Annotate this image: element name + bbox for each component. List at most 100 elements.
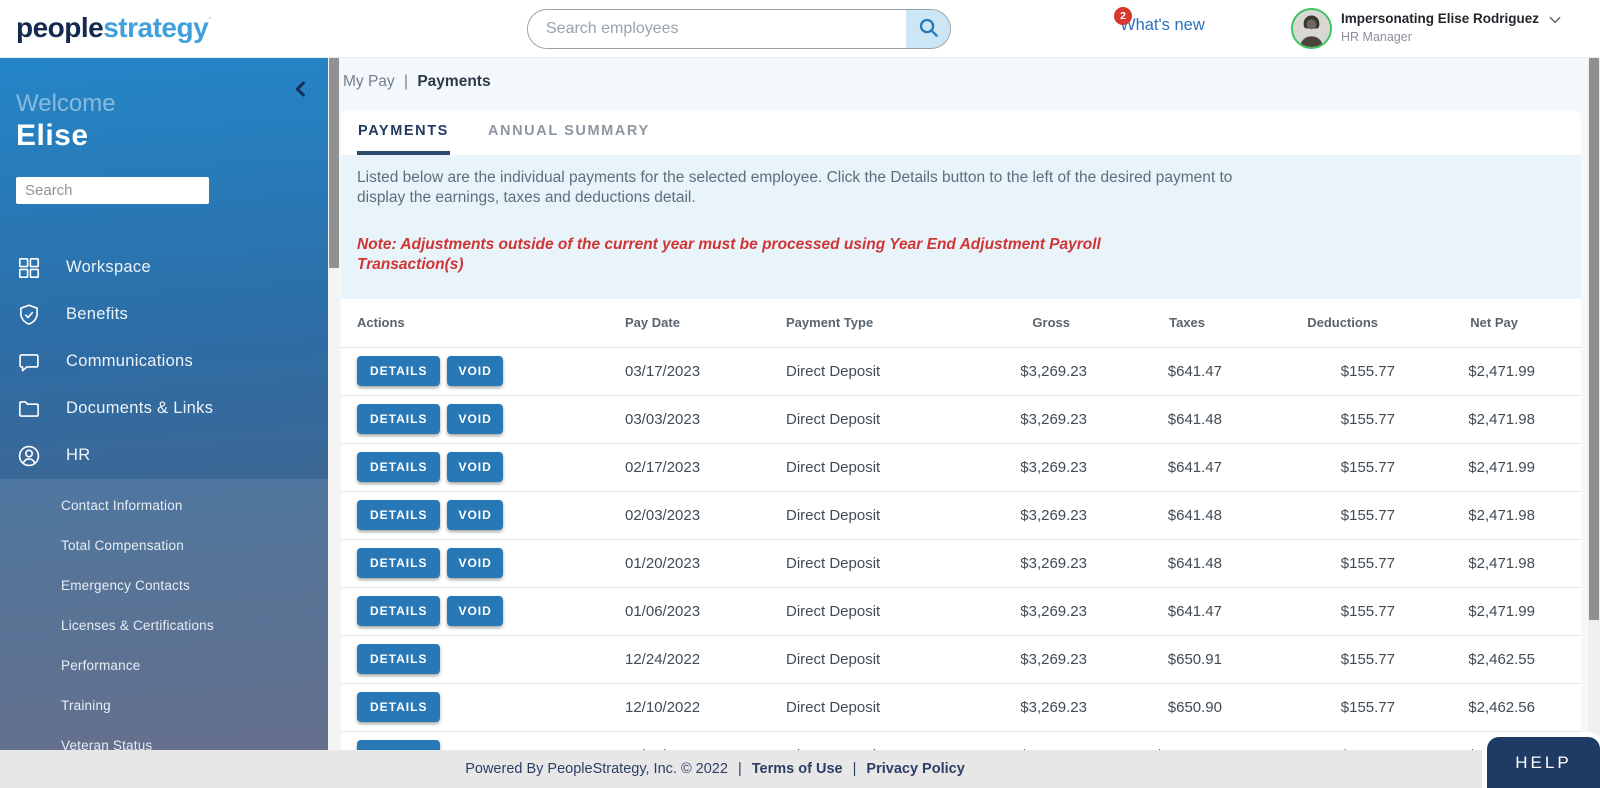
sidebar-item-workspace[interactable]: Workspace bbox=[0, 244, 328, 291]
deductions-cell: $155.77 bbox=[1243, 683, 1416, 731]
void-button[interactable]: VOID bbox=[447, 356, 502, 386]
details-button[interactable]: DETAILS bbox=[357, 452, 440, 482]
pay-date-cell: 03/17/2023 bbox=[625, 347, 721, 395]
employee-search-input[interactable] bbox=[528, 10, 906, 48]
column-header-gross: Gross bbox=[911, 299, 1108, 347]
breadcrumb: My Pay | Payments bbox=[340, 58, 1588, 91]
sidebar-item-documents-links[interactable]: Documents & Links bbox=[0, 385, 328, 432]
help-button[interactable]: HELP bbox=[1487, 737, 1600, 788]
employee-search-button[interactable] bbox=[906, 10, 950, 48]
details-button[interactable]: DETAILS bbox=[357, 500, 440, 530]
tab-bar: PAYMENTS ANNUAL SUMMARY bbox=[341, 110, 1581, 155]
void-button[interactable]: VOID bbox=[447, 452, 502, 482]
page-title: Payments bbox=[417, 73, 490, 90]
details-button[interactable]: DETAILS bbox=[357, 404, 440, 434]
whats-new-link[interactable]: What's new bbox=[1120, 16, 1205, 35]
sidebar-subitem-total-compensation[interactable]: Total Compensation bbox=[0, 526, 328, 566]
actions-cell: DETAILS bbox=[341, 635, 625, 683]
taxes-cell: $641.47 bbox=[1108, 347, 1243, 395]
search-icon bbox=[917, 16, 940, 42]
sidebar-subnav-hr: Contact InformationTotal CompensationEme… bbox=[0, 479, 328, 788]
breadcrumb-divider: | bbox=[404, 73, 408, 90]
payments-panel: PAYMENTS ANNUAL SUMMARY Listed below are … bbox=[341, 110, 1581, 788]
deductions-cell: $155.77 bbox=[1243, 587, 1416, 635]
taxes-cell: $641.47 bbox=[1108, 443, 1243, 491]
void-button[interactable]: VOID bbox=[447, 404, 502, 434]
sidebar-scrollbar-thumb[interactable] bbox=[329, 58, 339, 268]
taxes-cell: $641.48 bbox=[1108, 491, 1243, 539]
tab-payments[interactable]: PAYMENTS bbox=[357, 110, 450, 155]
user-menu[interactable]: Impersonating Elise Rodriguez HR Manager bbox=[1291, 8, 1563, 49]
taxes-cell: $641.48 bbox=[1108, 539, 1243, 587]
column-header-payment-type: Payment Type bbox=[721, 299, 911, 347]
gross-cell: $3,269.23 bbox=[911, 443, 1108, 491]
column-header-deductions: Deductions bbox=[1243, 299, 1416, 347]
footer: Powered By PeopleStrategy, Inc. © 2022 |… bbox=[0, 750, 1600, 788]
taxes-cell: $650.91 bbox=[1108, 635, 1243, 683]
payment-type-cell: Direct Deposit bbox=[721, 587, 911, 635]
void-button[interactable]: VOID bbox=[447, 548, 502, 578]
details-button[interactable]: DETAILS bbox=[357, 644, 440, 674]
logo-trademark: · bbox=[208, 12, 211, 24]
info-banner: Listed below are the individual payments… bbox=[341, 155, 1581, 299]
sidebar: Welcome Elise WorkspaceBenefitsCommunica… bbox=[0, 58, 328, 788]
grid-icon bbox=[16, 255, 42, 281]
sidebar-subitem-emergency-contacts[interactable]: Emergency Contacts bbox=[0, 566, 328, 606]
chevron-down-icon[interactable] bbox=[1547, 12, 1563, 28]
sidebar-subitem-performance[interactable]: Performance bbox=[0, 646, 328, 686]
void-button[interactable]: VOID bbox=[447, 500, 502, 530]
footer-divider-1: | bbox=[738, 761, 742, 777]
net-pay-cell: $2,462.55 bbox=[1416, 635, 1581, 683]
sidebar-nav: WorkspaceBenefits Communications Documents… bbox=[0, 244, 328, 479]
sidebar-scrollbar[interactable] bbox=[328, 58, 340, 788]
chevron-left-icon bbox=[290, 88, 312, 103]
pay-date-cell: 12/24/2022 bbox=[625, 635, 721, 683]
details-button[interactable]: DETAILS bbox=[357, 692, 440, 722]
sidebar-item-communications[interactable]: Communications bbox=[0, 338, 328, 385]
privacy-policy-link[interactable]: Privacy Policy bbox=[866, 761, 964, 777]
table-row: DETAILSVOID01/06/2023Direct Deposit$3,26… bbox=[341, 587, 1581, 635]
tab-annual-summary[interactable]: ANNUAL SUMMARY bbox=[487, 110, 651, 155]
pay-date-cell: 01/06/2023 bbox=[625, 587, 721, 635]
footer-powered-by: Powered By PeopleStrategy, Inc. © 2022 bbox=[465, 761, 728, 777]
table-row: DETAILS12/10/2022Direct Deposit$3,269.23… bbox=[341, 683, 1581, 731]
sidebar-item-hr[interactable]: HR bbox=[0, 432, 328, 479]
sidebar-item-label: Communications bbox=[66, 352, 193, 371]
terms-of-use-link[interactable]: Terms of Use bbox=[752, 761, 843, 777]
whats-new-badge: 2 bbox=[1114, 7, 1132, 25]
details-button[interactable]: DETAILS bbox=[357, 356, 440, 386]
column-header-pay-date: Pay Date bbox=[625, 299, 721, 347]
details-button[interactable]: DETAILS bbox=[357, 548, 440, 578]
deductions-cell: $155.77 bbox=[1243, 539, 1416, 587]
actions-cell: DETAILS bbox=[341, 683, 625, 731]
user-role: HR Manager bbox=[1341, 30, 1563, 46]
payment-type-cell: Direct Deposit bbox=[721, 683, 911, 731]
deductions-cell: $155.77 bbox=[1243, 443, 1416, 491]
payment-type-cell: Direct Deposit bbox=[721, 347, 911, 395]
main-content: My Pay | Payments PAYMENTS ANNUAL SUMMARY… bbox=[340, 58, 1588, 788]
net-pay-cell: $2,471.98 bbox=[1416, 539, 1581, 587]
page-scrollbar-thumb[interactable] bbox=[1589, 58, 1599, 620]
table-row: DETAILSVOID01/20/2023Direct Deposit$3,26… bbox=[341, 539, 1581, 587]
shield-check-icon bbox=[16, 302, 42, 328]
sidebar-item-benefits[interactable]: Benefits bbox=[0, 291, 328, 338]
info-description: Listed below are the individual payments… bbox=[357, 168, 1237, 209]
table-row: DETAILSVOID03/03/2023Direct Deposit$3,26… bbox=[341, 395, 1581, 443]
sidebar-collapse-button[interactable] bbox=[290, 78, 312, 100]
avatar bbox=[1291, 8, 1332, 49]
sidebar-subitem-training[interactable]: Training bbox=[0, 686, 328, 726]
net-pay-cell: $2,462.56 bbox=[1416, 683, 1581, 731]
page-scrollbar[interactable] bbox=[1588, 58, 1600, 788]
sidebar-subitem-licenses-certifications[interactable]: Licenses & Certifications bbox=[0, 606, 328, 646]
chat-bubble-icon bbox=[16, 349, 42, 375]
actions-cell: DETAILSVOID bbox=[341, 395, 625, 443]
pay-date-cell: 01/20/2023 bbox=[625, 539, 721, 587]
sidebar-subitem-contact-information[interactable]: Contact Information bbox=[0, 486, 328, 526]
void-button[interactable]: VOID bbox=[447, 596, 502, 626]
details-button[interactable]: DETAILS bbox=[357, 596, 440, 626]
deductions-cell: $155.77 bbox=[1243, 395, 1416, 443]
pay-date-cell: 12/10/2022 bbox=[625, 683, 721, 731]
sidebar-search-input[interactable] bbox=[16, 177, 209, 204]
gross-cell: $3,269.23 bbox=[911, 539, 1108, 587]
actions-cell: DETAILSVOID bbox=[341, 347, 625, 395]
